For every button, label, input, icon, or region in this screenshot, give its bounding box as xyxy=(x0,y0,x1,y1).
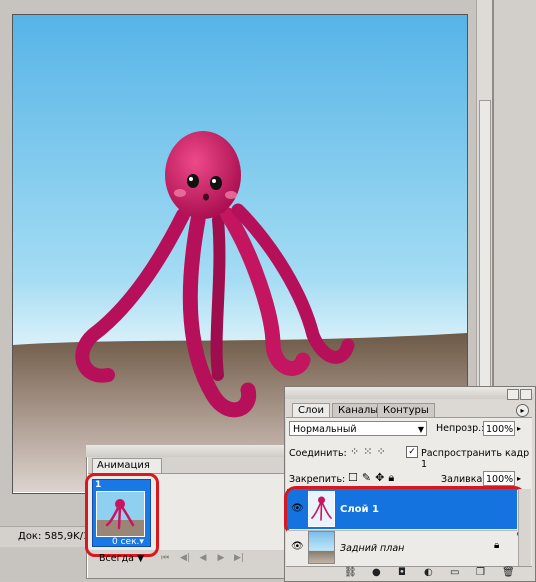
scrollbar-thumb[interactable] xyxy=(479,100,491,402)
rewind-icon[interactable]: ◀ xyxy=(198,553,208,563)
lock-icon: 🔒︎ xyxy=(494,540,500,551)
adjustment-icon[interactable]: ◐ xyxy=(424,567,433,578)
unify-visibility-icon[interactable]: ⁙ xyxy=(363,445,376,458)
panel-menu-icon[interactable]: ▸ xyxy=(516,404,529,417)
new-layer-icon[interactable]: ❐ xyxy=(476,567,485,578)
tab-animation[interactable]: Анимация xyxy=(92,458,162,473)
layers-panel-footer xyxy=(286,566,532,581)
close-panel-button[interactable] xyxy=(520,389,532,400)
unify-label: Соединить: xyxy=(289,448,347,459)
link-icon[interactable]: ⛓︎ xyxy=(344,567,357,578)
octopus-eye-right xyxy=(210,176,222,190)
unify-style-icon[interactable]: ⁘ xyxy=(376,445,389,458)
mask-icon[interactable]: ◘ xyxy=(398,567,406,578)
eye-icon[interactable]: 👁︎ xyxy=(291,541,304,552)
first-frame-icon[interactable]: ⏮ xyxy=(160,553,170,563)
fill-slider-arrow-icon[interactable]: ▸ xyxy=(517,474,521,483)
propagate-frame-label: Распространить кадр 1 xyxy=(421,448,530,470)
lock-all-icon[interactable]: 🔒︎ xyxy=(388,471,398,484)
unify-position-icon[interactable]: ⁘ xyxy=(350,445,363,458)
blend-mode-select[interactable]: Нормальный ▼ xyxy=(289,421,427,436)
highlight-callout-frame xyxy=(85,473,159,557)
layers-scrollbar[interactable] xyxy=(518,489,531,566)
tab-paths[interactable]: Контуры xyxy=(377,403,435,418)
octopus-head xyxy=(165,131,241,219)
tab-layers[interactable]: Слои xyxy=(292,403,330,418)
animation-panel-titlebar[interactable] xyxy=(86,445,290,457)
propagate-frame-checkbox[interactable]: ✓ xyxy=(406,446,418,458)
layer-thumbnail xyxy=(308,531,335,564)
octopus-eye-left xyxy=(187,174,199,188)
trash-icon[interactable]: 🗑︎ xyxy=(502,567,515,578)
lock-buttons[interactable]: ☐✎✥🔒︎ xyxy=(348,471,398,485)
layers-panel-titlebar[interactable] xyxy=(285,387,534,399)
fill-label: Заливка: xyxy=(441,474,486,485)
layer-name[interactable]: Задний план xyxy=(340,543,404,554)
fill-field[interactable]: 100% xyxy=(483,471,515,486)
previous-frame-icon[interactable]: ◀| xyxy=(180,553,190,563)
octopus-mouth xyxy=(203,193,209,201)
lock-position-icon[interactable]: ✥ xyxy=(375,471,388,484)
next-frame-icon[interactable]: ▶| xyxy=(234,553,244,563)
chevron-down-icon: ▼ xyxy=(417,425,424,434)
animation-playback-controls: ⏮ ◀| ◀ ▶ ▶| xyxy=(88,550,288,566)
lock-pixels-icon[interactable]: ✎ xyxy=(362,471,375,484)
highlight-callout-layer xyxy=(284,486,526,536)
opacity-field[interactable]: 100% xyxy=(483,421,515,436)
play-icon[interactable]: ▶ xyxy=(216,553,226,563)
fx-icon[interactable]: ● xyxy=(372,567,381,578)
folder-icon[interactable]: ▭ xyxy=(450,567,459,578)
opacity-label: Непрозр.: xyxy=(436,423,485,434)
opacity-slider-arrow-icon[interactable]: ▸ xyxy=(517,424,521,433)
minimize-panel-button[interactable] xyxy=(507,389,519,400)
right-panel-strip xyxy=(492,0,536,386)
lock-label: Закрепить: xyxy=(289,474,346,485)
unify-buttons[interactable]: ⁘⁙⁘ xyxy=(350,445,390,458)
lock-transparency-icon[interactable]: ☐ xyxy=(348,471,362,484)
document-size-info[interactable]: Док: 585,9K/1, xyxy=(18,531,93,542)
blend-mode-value: Нормальный xyxy=(293,424,357,435)
